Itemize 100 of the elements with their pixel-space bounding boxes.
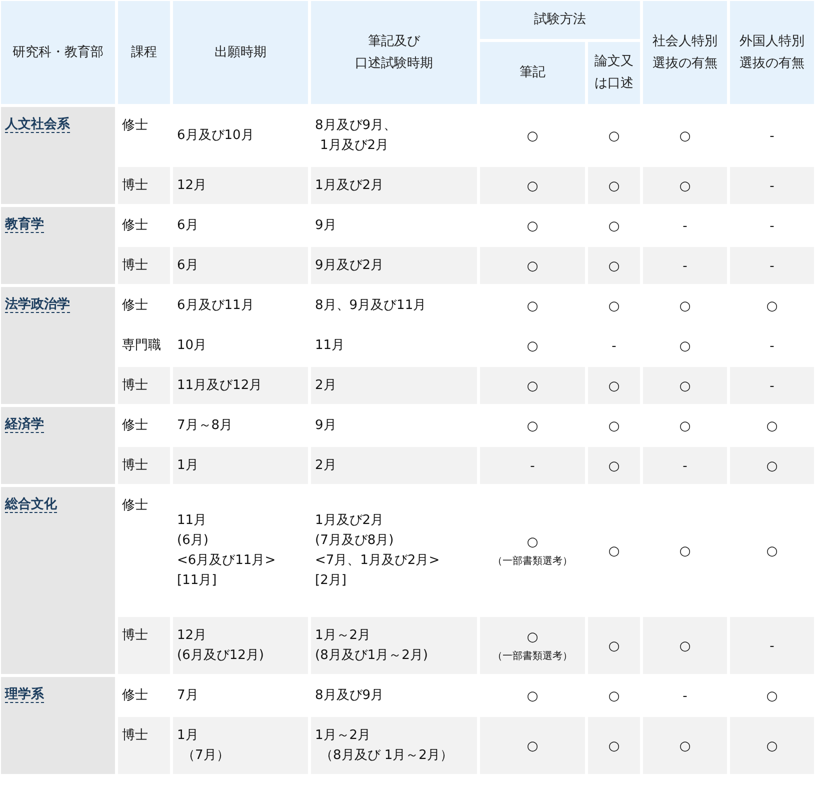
column-header: 課程 [130, 44, 158, 62]
column-header: 研究科・教育部 [12, 44, 104, 62]
cell-line: [11月] [177, 572, 218, 590]
cell-line: 1月及び2月 [319, 137, 390, 155]
department-link[interactable]: 理学系 [5, 687, 44, 703]
course-cell: 修士 [122, 418, 148, 433]
circle-mark: ○ [679, 178, 691, 194]
dash-mark: - [682, 688, 688, 704]
course-cell: 修士 [122, 498, 148, 513]
circle-mark: ○ [766, 738, 778, 754]
cell-line: 2月 [315, 457, 338, 475]
circle-mark: ○ [766, 458, 778, 474]
course-cell: 修士 [122, 688, 148, 703]
circle-mark: ○ [526, 534, 538, 550]
dash-mark: - [682, 458, 688, 474]
circle-mark: ○ [679, 298, 691, 314]
column-header: 筆記 [518, 64, 546, 82]
cell-line: 2月 [315, 377, 338, 395]
dash-mark: - [770, 178, 774, 194]
cell-line: [2月] [315, 572, 348, 590]
circle-mark: ○ [608, 458, 620, 474]
circle-mark: ○ [608, 378, 620, 394]
circle-mark: ○ [679, 738, 691, 754]
circle-mark: ○ [526, 298, 538, 314]
department-link[interactable]: 経済学 [5, 417, 44, 433]
column-header: 出願時期 [214, 44, 268, 62]
cell-line: 7月～8月 [177, 417, 234, 435]
circle-mark: ○ [679, 418, 691, 434]
department-link[interactable]: 総合文化 [5, 497, 57, 513]
department-link[interactable]: 人文社会系 [5, 117, 70, 133]
circle-mark: ○ [608, 738, 620, 754]
cell-line: 7月 [177, 687, 200, 705]
column-header: 口述試験時期 [354, 54, 434, 72]
circle-mark: ○ [608, 688, 620, 704]
circle-mark: ○ [526, 258, 538, 274]
cell-note: （一部書類選考） [492, 650, 572, 662]
column-header: 外国人特別 [738, 32, 806, 50]
cell-line: 11月 [177, 512, 208, 530]
circle-mark: ○ [766, 298, 778, 314]
cell-line: 11月 [315, 337, 346, 355]
column-header: は口述 [594, 75, 634, 93]
course-cell: 修士 [122, 118, 148, 133]
department-link[interactable]: 教育学 [5, 217, 44, 233]
dash-mark: - [682, 218, 688, 234]
column-header: 筆記及び [367, 32, 422, 50]
cell-line: 6月及び11月 [177, 297, 255, 315]
column-header: 論文又 [594, 53, 634, 71]
dash-mark: - [530, 458, 535, 474]
dash-mark: - [770, 218, 774, 234]
column-header: 社会人特別 [652, 32, 718, 50]
course-cell: 博士 [122, 628, 148, 643]
circle-mark: ○ [766, 688, 778, 704]
circle-mark: ○ [679, 128, 691, 144]
circle-mark: ○ [679, 338, 691, 354]
column-header: 選抜の有無 [738, 54, 806, 72]
dash-mark: - [770, 128, 774, 144]
dash-mark: - [770, 638, 774, 654]
circle-mark: ○ [766, 544, 778, 558]
cell-line: 6月及び10月 [177, 127, 255, 145]
cell-line: 6月 [177, 217, 200, 235]
dash-mark: - [682, 258, 688, 274]
cell-line: 1月～2月 [315, 727, 372, 745]
dash-mark: - [612, 338, 616, 354]
circle-mark: ○ [608, 298, 620, 314]
circle-mark: ○ [608, 418, 620, 434]
circle-mark: ○ [608, 544, 620, 558]
course-cell: 専門職 [122, 338, 161, 353]
dash-mark: - [770, 378, 774, 394]
cell-line: <7月、1月及び2月> [315, 552, 441, 570]
cell-line: <6月及び11月> [177, 552, 277, 570]
cell-line: 9月 [315, 217, 338, 235]
course-cell: 修士 [122, 218, 148, 233]
cell-line: 8月、9月及び11月 [315, 297, 428, 315]
cell-line: 6月 [177, 257, 200, 275]
circle-mark: ○ [679, 544, 691, 558]
cell-line: 9月及び2月 [315, 257, 385, 275]
circle-mark: ○ [608, 128, 620, 144]
cell-line: 12月 [177, 627, 208, 645]
course-cell: 修士 [122, 298, 148, 313]
cell-line: 1月 [177, 727, 200, 745]
circle-mark: ○ [526, 418, 538, 434]
circle-mark: ○ [679, 378, 691, 394]
course-cell: 博士 [122, 378, 148, 393]
cell-line: （8月及び 1月～2月） [319, 747, 454, 765]
course-cell: 博士 [122, 258, 148, 273]
circle-mark: ○ [526, 688, 538, 704]
department-link[interactable]: 法学政治学 [5, 297, 70, 313]
cell-line: 1月～2月 [315, 627, 372, 645]
circle-mark: ○ [526, 630, 538, 644]
course-cell: 博士 [122, 728, 148, 743]
cell-line: 8月及び9月 [315, 687, 385, 705]
circle-mark: ○ [526, 338, 538, 354]
cell-line: 12月 [177, 177, 208, 195]
cell-note: （一部書類選考） [492, 554, 572, 568]
column-header: 選抜の有無 [652, 54, 718, 72]
circle-mark: ○ [526, 178, 538, 194]
circle-mark: ○ [679, 638, 691, 654]
circle-mark: ○ [608, 178, 620, 194]
dash-mark: - [770, 338, 774, 354]
cell-line: (6月及び12月) [177, 647, 265, 665]
